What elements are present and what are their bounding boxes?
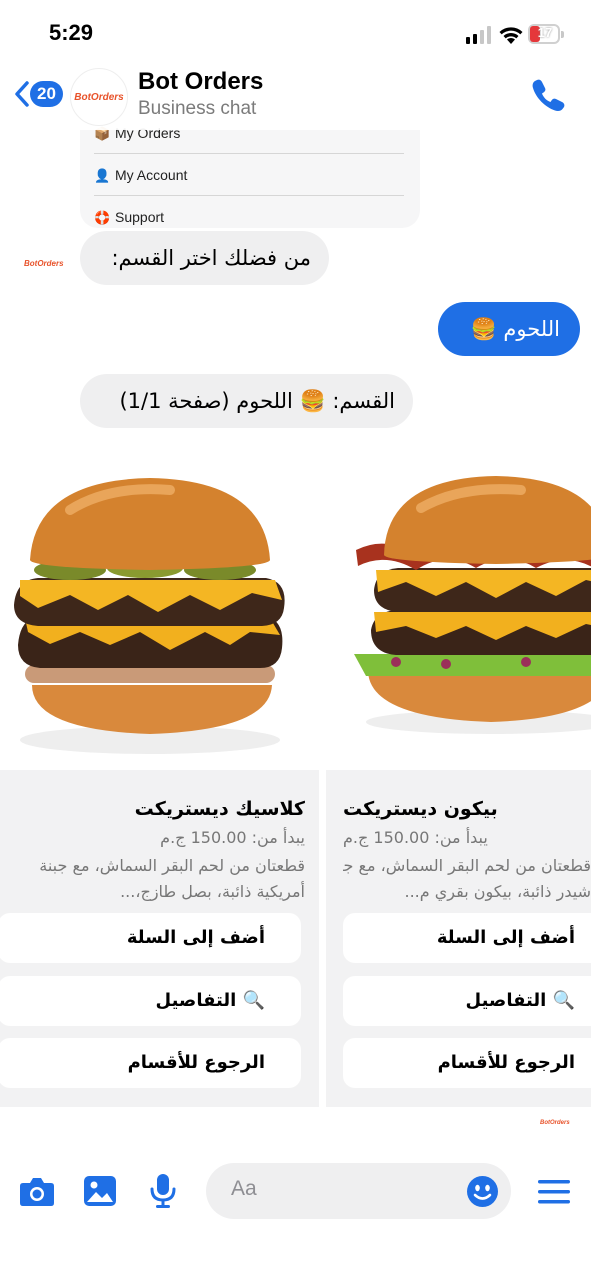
product-card-bacon[interactable]: بيكون ديستريكت يبدأ من: 150.00 ج.م قطعتا… [326,440,591,1107]
menu-item-label: My Account [115,167,188,183]
phone-call-icon[interactable] [530,78,566,112]
bot-avatar-tiny: BotOrders [540,1120,570,1126]
person-icon: 👤 [94,168,111,183]
burger-image [326,440,591,770]
back-to-sections-button[interactable]: الرجوع للأقسام [343,1038,591,1088]
burger-photo-icon [14,478,285,754]
back-to-sections-button[interactable]: الرجوع للأقسام [0,1038,301,1088]
cellular-signal-icon [466,26,491,44]
burger-image [0,440,319,770]
menu-divider [94,195,404,196]
back-chevron-icon[interactable] [12,80,32,108]
product-price: يبدأ من: 150.00 ج.م [160,828,305,847]
gallery-icon[interactable] [83,1175,117,1207]
product-name: بيكون ديستريكت [343,798,498,820]
chat-title[interactable]: Bot Orders [138,68,263,96]
bot-avatar-small: BotOrders [24,259,64,268]
product-description-line: أمريكية ذائبة، بصل طازج،... [120,882,305,901]
details-button[interactable]: 🔍 التفاصيل [0,976,301,1026]
unread-count-badge[interactable]: 20 [30,81,63,107]
chat-subtitle: Business chat [138,98,257,119]
status-time: 5:29 [49,20,94,45]
add-to-cart-button[interactable]: أضف إلى السلة [343,913,591,963]
details-button[interactable]: 🔍 التفاصيل [343,976,591,1026]
menu-item-label: Support [115,209,165,225]
menu-icon[interactable] [537,1178,571,1206]
product-description-line: قطعتان من لحم البقر السماش، مع جبنة [343,856,591,875]
battery-icon: 17 [528,24,566,46]
message-user-reply: اللحوم 🍔 [438,302,580,356]
product-description-line: شيدر ذائبة، بيكون بقري م... [404,882,591,901]
message-input-placeholder: Aa [231,1177,257,1200]
menu-item-support[interactable]: 🛟 Support [94,209,404,226]
lifebuoy-icon: 🛟 [94,210,111,225]
product-description-line: قطعتان من لحم البقر السماش، مع جبنة [39,856,305,875]
add-to-cart-button[interactable]: أضف إلى السلة [0,913,301,963]
emoji-icon[interactable] [466,1175,499,1208]
battery-level: 17 [537,25,553,40]
avatar[interactable]: BotOrders [70,68,128,126]
product-card-classic[interactable]: كلاسيك ديستريكت يبدأ من: 150.00 ج.م قطعت… [0,440,319,1107]
product-description: قطعتان من لحم البقر السماش، مع جبنة شيدر… [343,853,591,905]
menu-divider [94,153,404,154]
wifi-icon [499,27,523,44]
product-name: كلاسيك ديستريكت [134,798,305,820]
product-description: قطعتان من لحم البقر السماش، مع جبنة أمري… [5,853,305,905]
burger-photo-icon [354,476,591,734]
microphone-icon[interactable] [149,1173,177,1209]
message-section-header: القسم: 🍔 اللحوم (صفحة 1/1) [80,374,413,428]
menu-item-my-account[interactable]: 👤 My Account [94,167,404,184]
message-choose-section: من فضلك اختر القسم: [80,231,329,285]
camera-icon[interactable] [19,1175,55,1207]
product-price: يبدأ من: 150.00 ج.م [343,828,488,847]
